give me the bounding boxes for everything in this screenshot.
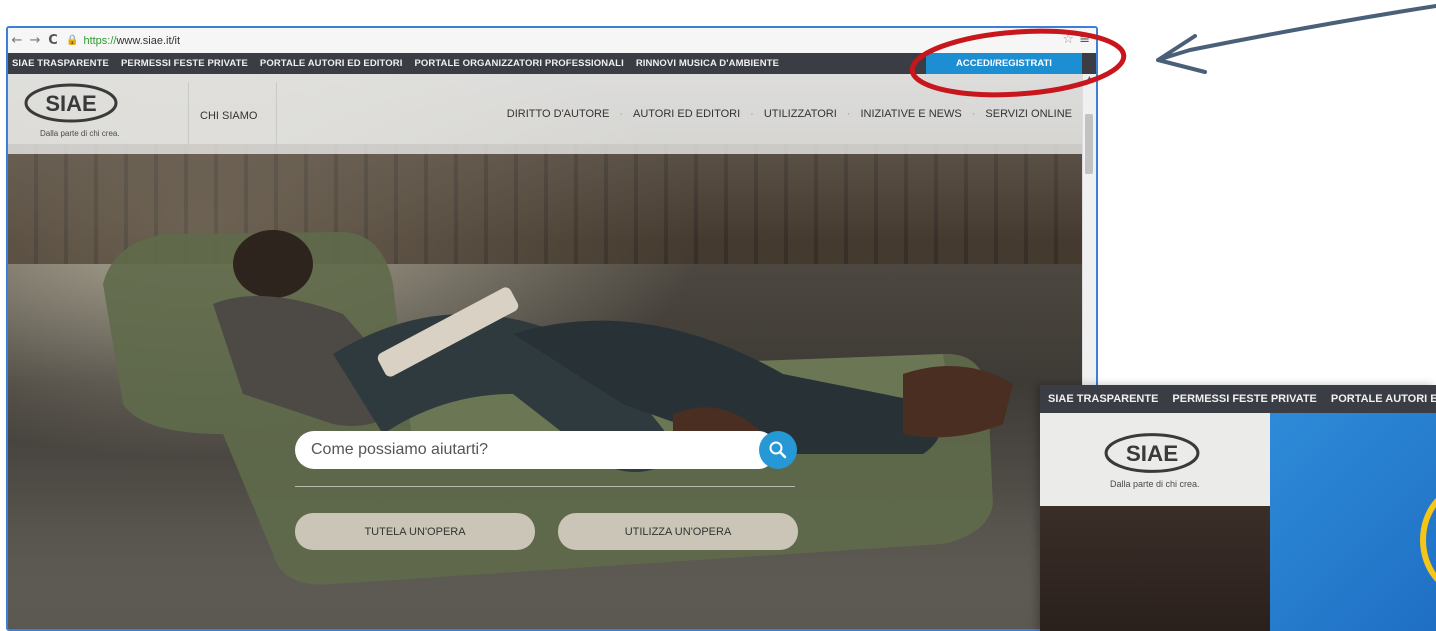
lock-icon: 🔒 [66,35,79,46]
inset-tagline: Dalla parte di chi crea. [1110,479,1200,489]
nav-separator: · [846,108,851,120]
search-button[interactable] [759,431,797,469]
nav-separator: · [971,108,976,120]
url-path: www.siae.it/it [116,34,181,47]
login-register-button[interactable]: ACCEDI/REGISTRATI [926,53,1082,74]
reload-icon[interactable]: C [44,33,62,48]
inset-dark-panel [1040,506,1270,631]
topbar-link-portale-autori[interactable]: PORTALE AUTORI ED EDITORI [260,58,403,69]
nav-chi-siamo[interactable]: CHI SIAMO [200,110,257,122]
header-divider [276,82,277,146]
main-nav: DIRITTO D'AUTORE · AUTORI ED EDITORI · U… [507,108,1072,120]
nav-separator: · [750,108,754,120]
address-bar[interactable]: https://www.siae.it/it [83,35,180,47]
inset-screenshot: SIAE TRASPARENTE PERMESSI FESTE PRIVATE … [1040,385,1436,631]
header-divider [188,82,189,146]
utilizza-opera-button[interactable]: UTILIZZA UN'OPERA [558,513,798,550]
nav-utilizzatori[interactable]: UTILIZZATORI [764,108,837,120]
topbar-link-portale-organizzatori[interactable]: PORTALE ORGANIZZATORI PROFESSIONALI [414,58,623,69]
inset-logo: SIAE Dalla parte di chi crea. [1040,413,1270,506]
hero-photo-sofa [103,230,1013,585]
tutela-opera-button[interactable]: TUTELA UN'OPERA [295,513,535,550]
inset-utility-bar: SIAE TRASPARENTE PERMESSI FESTE PRIVATE … [1040,385,1436,413]
inset-blue-panel [1270,413,1436,631]
nav-autori-editori[interactable]: AUTORI ED EDITORI [633,108,740,120]
forward-icon[interactable]: → [26,33,44,48]
inset-topbar-link: SIAE TRASPARENTE [1048,393,1159,405]
logo-tagline: Dalla parte di chi crea. [40,129,120,138]
site-header: SIAE Dalla parte di chi crea. CHI SIAMO … [8,74,1084,154]
hero-banner: SIAE Dalla parte di chi crea. CHI SIAMO … [8,74,1084,629]
search-icon [769,441,787,459]
bookmark-star-icon[interactable]: ☆ [1062,32,1074,47]
topbar-link-feste[interactable]: PERMESSI FESTE PRIVATE [121,58,248,69]
svg-text:SIAE: SIAE [1126,441,1178,466]
annotation-arrow-icon [1156,4,1436,74]
search-box: Come possiamo aiutarti? [295,431,797,469]
back-icon[interactable]: ← [8,33,26,48]
topbar-link-trasparente[interactable]: SIAE TRASPARENTE [12,58,109,69]
search-input[interactable]: Come possiamo aiutarti? [295,431,777,469]
url-scheme: https:// [83,34,117,47]
browser-toolbar: ← → C 🔒 https://www.siae.it/it ☆ ≡ [8,28,1096,54]
nav-servizi-online[interactable]: SERVIZI ONLINE [985,108,1072,120]
siae-logo-icon: SIAE [24,83,118,123]
scrollbar-thumb[interactable] [1085,114,1093,174]
search-placeholder: Come possiamo aiutarti? [311,441,488,458]
search-divider [295,486,795,487]
browser-window: ← → C 🔒 https://www.siae.it/it ☆ ≡ SIAE … [6,26,1098,631]
nav-iniziative-news[interactable]: INIZIATIVE E NEWS [860,108,961,120]
svg-text:SIAE: SIAE [45,91,96,116]
menu-icon[interactable]: ≡ [1079,32,1090,47]
nav-separator: · [619,108,623,120]
topbar-link-rinnovi[interactable]: RINNOVI MUSICA D'AMBIENTE [636,58,779,69]
siae-logo[interactable]: SIAE Dalla parte di chi crea. [14,82,184,146]
nav-diritto-autore[interactable]: DIRITTO D'AUTORE [507,108,610,120]
siae-logo-icon: SIAE [1104,433,1200,473]
inset-topbar-link: PORTALE AUTORI ED [1330,393,1436,405]
inset-topbar-link: PERMESSI FESTE PRIVATE [1172,393,1317,405]
scroll-up-icon[interactable]: ▲ [1083,74,1096,86]
